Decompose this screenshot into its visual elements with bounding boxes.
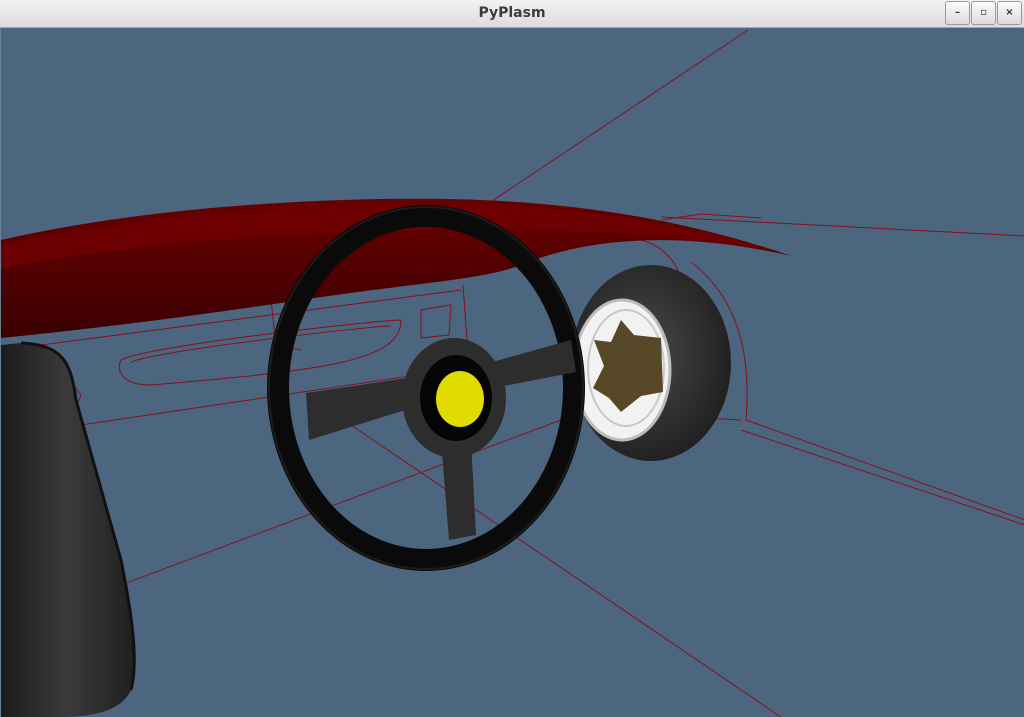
wire-line (420, 304, 452, 339)
front-wheel (571, 265, 731, 461)
wire-line (660, 213, 762, 221)
maximize-button[interactable]: ▫ (971, 1, 996, 25)
title-bar[interactable]: PyPlasm – ▫ × (0, 0, 1024, 28)
minimize-icon: – (955, 7, 960, 18)
left-tyre (1, 341, 136, 717)
3d-viewport[interactable] (0, 28, 1024, 717)
wire-line (488, 29, 749, 204)
window-title: PyPlasm (478, 5, 546, 21)
wire-line (130, 325, 392, 363)
horn-button (436, 371, 484, 427)
left-tyre-shape (1, 343, 135, 717)
scene-canvas[interactable] (1, 28, 1024, 717)
maximize-icon: ▫ (980, 7, 987, 18)
wire-line (740, 429, 1024, 526)
wire-line (118, 319, 402, 386)
minimize-button[interactable]: – (945, 1, 970, 25)
close-icon: × (1005, 7, 1014, 18)
close-button[interactable]: × (997, 1, 1022, 25)
pyplasm-window: PyPlasm – ▫ × (0, 0, 1024, 717)
wire-line (120, 419, 562, 586)
wire-line (745, 419, 1024, 521)
wire-line (660, 216, 1024, 237)
wire-line (462, 284, 468, 341)
